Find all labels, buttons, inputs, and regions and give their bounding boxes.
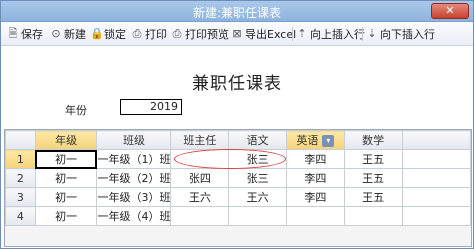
new-button[interactable]: ⊙ 新建 xyxy=(50,26,86,42)
col-header-homeroom-teacher[interactable]: 班主任 xyxy=(170,130,230,150)
spreadsheet-grid: 年级 班级 班主任 语文 英语 ▾ 数学 1 初一 一年级（1）班 张三 李四 王… xyxy=(4,129,472,247)
grid-cell[interactable]: 王五 xyxy=(343,168,403,188)
print-button[interactable]: ⎙ 打印 xyxy=(131,26,167,42)
grid-cell[interactable] xyxy=(401,206,472,226)
grid-cell[interactable]: 初一 xyxy=(34,206,98,226)
col-header-grade[interactable]: 年级 xyxy=(34,130,98,150)
insert-row-below-label: 向下插入行 xyxy=(380,28,435,41)
grid-cell[interactable] xyxy=(170,206,230,226)
save-icon: 🗎 xyxy=(8,27,18,40)
col-header-english[interactable]: 英语 ▾ xyxy=(285,130,345,150)
grid-cell[interactable]: 李四 xyxy=(285,187,345,207)
col-header-empty[interactable] xyxy=(401,130,472,150)
year-label: 年份 xyxy=(65,104,87,117)
header-row: 年级 班级 班主任 语文 英语 ▾ 数学 xyxy=(5,130,472,150)
grid-cell[interactable] xyxy=(401,149,472,169)
grid-cell[interactable] xyxy=(401,168,472,188)
excel-icon: ⊠ xyxy=(232,27,242,40)
grid-cell[interactable]: 王五 xyxy=(343,149,403,169)
row-header[interactable]: 1 xyxy=(5,149,36,169)
save-button[interactable]: 🗎 保存 xyxy=(7,26,43,42)
grid-cell[interactable] xyxy=(285,206,345,226)
grid-cell[interactable] xyxy=(228,206,287,226)
table-row: 3 初一 一年级（3）班 王六 王六 李四 王五 xyxy=(5,187,472,207)
toolbar-divider xyxy=(362,27,363,41)
close-button[interactable]: ✕ xyxy=(431,3,469,19)
app-window: 新建:兼职任课表 ✕ 🗎 保存 ⊙ 新建 🔒 锁定 ⎙ 打印 ⎙ 打印预览 ⊠ … xyxy=(0,0,474,249)
export-excel-button[interactable]: ⊠ 导出Excel xyxy=(231,26,296,42)
row-header[interactable]: 4 xyxy=(5,206,36,226)
new-label: 新建 xyxy=(64,28,86,41)
form-header: 兼职任课表 年份 2019 xyxy=(1,47,473,129)
grid-cell[interactable]: 王六 xyxy=(228,187,287,207)
title-bar[interactable]: 新建:兼职任课表 ✕ xyxy=(1,1,473,22)
lock-label: 锁定 xyxy=(104,28,126,41)
grid-cell[interactable] xyxy=(401,187,472,207)
grid-cell[interactable]: 李四 xyxy=(285,168,345,188)
window-title: 新建:兼职任课表 xyxy=(192,6,282,20)
insert-row-above-button[interactable]: ⇡ 向上插入行 xyxy=(296,26,365,42)
column-dropdown-icon[interactable]: ▾ xyxy=(322,135,335,147)
col-header-chinese[interactable]: 语文 xyxy=(228,130,287,150)
save-label: 保存 xyxy=(21,28,43,41)
table-row: 2 初一 一年级（2）班 张四 张三 李四 王五 xyxy=(5,168,472,188)
grid-cell[interactable]: 初一 xyxy=(34,187,98,207)
grid-cell[interactable]: 张四 xyxy=(170,168,230,188)
grid-cell[interactable]: 张三 xyxy=(228,168,287,188)
print-label: 打印 xyxy=(145,28,167,41)
lock-icon: 🔒 xyxy=(90,27,104,40)
col-header-math[interactable]: 数学 xyxy=(343,130,403,150)
toolbar-divider xyxy=(292,27,293,41)
print-preview-label: 打印预览 xyxy=(185,28,229,41)
table-row: 4 初一 一年级（4）班 xyxy=(5,206,472,226)
grid-cell[interactable]: 一年级（3）班 xyxy=(96,187,172,207)
export-excel-label: 导出Excel xyxy=(245,28,297,41)
row-header[interactable]: 3 xyxy=(5,187,36,207)
col-header-class[interactable]: 班级 xyxy=(96,130,172,150)
print-preview-button[interactable]: ⎙ 打印预览 xyxy=(171,26,229,42)
grid-cell[interactable]: 王五 xyxy=(343,187,403,207)
data-table: 年级 班级 班主任 语文 英语 ▾ 数学 1 初一 一年级（1）班 张三 李四 王… xyxy=(5,130,472,226)
toolbar: 🗎 保存 ⊙ 新建 🔒 锁定 ⎙ 打印 ⎙ 打印预览 ⊠ 导出Excel ⇡ 向… xyxy=(1,22,473,46)
table-row: 1 初一 一年级（1）班 张三 李四 王五 xyxy=(5,149,472,169)
lock-button[interactable]: 🔒 锁定 xyxy=(90,26,126,42)
year-field[interactable]: 2019 xyxy=(120,99,182,115)
document-title: 兼职任课表 xyxy=(192,74,282,94)
grid-cell[interactable]: 一年级（2）班 xyxy=(96,168,172,188)
grid-cell[interactable] xyxy=(170,149,230,169)
grid-cell[interactable]: 初一 xyxy=(34,168,98,188)
insert-row-below-button[interactable]: ⇣ 向下插入行 xyxy=(366,26,435,42)
insert-above-icon: ⇡ xyxy=(297,27,307,40)
grid-cell[interactable]: 王六 xyxy=(170,187,230,207)
grid-cell[interactable]: 李四 xyxy=(285,149,345,169)
new-icon: ⊙ xyxy=(51,27,61,40)
row-header[interactable]: 2 xyxy=(5,168,36,188)
grid-cell[interactable]: 一年级（1）班 xyxy=(96,149,172,169)
grid-cell[interactable] xyxy=(343,206,403,226)
print-preview-icon: ⎙ xyxy=(172,27,182,40)
print-icon: ⎙ xyxy=(132,27,142,40)
corner-cell[interactable] xyxy=(5,130,36,150)
col-header-english-label: 英语 xyxy=(296,134,319,147)
grid-cell[interactable]: 张三 xyxy=(228,149,287,169)
grid-cell[interactable]: 初一 xyxy=(34,149,98,169)
insert-below-icon: ⇣ xyxy=(367,27,377,40)
grid-cell[interactable]: 一年级（4）班 xyxy=(96,206,172,226)
insert-row-above-label: 向上插入行 xyxy=(310,28,365,41)
